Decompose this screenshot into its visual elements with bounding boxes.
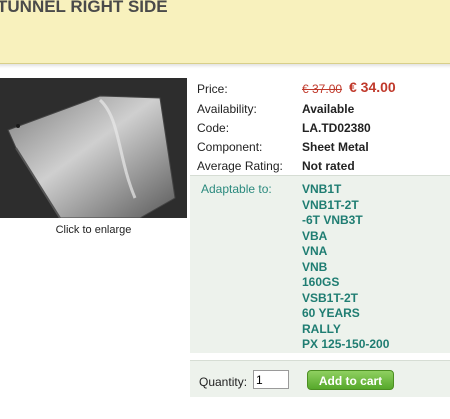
old-price: € 37.00 bbox=[302, 82, 343, 96]
adaptable-model: 160GS bbox=[302, 275, 340, 289]
adaptable-model: VNB1T bbox=[302, 182, 342, 196]
adaptable-model: VNB1T-2T bbox=[302, 197, 359, 212]
rating-row: Average Rating: Not rated bbox=[190, 157, 450, 176]
adaptable-label: Adaptable to: bbox=[201, 182, 272, 196]
product-image[interactable] bbox=[0, 78, 187, 218]
adaptable-model: PX 125-150-200 bbox=[302, 337, 390, 351]
availability-row: Availability: Available bbox=[190, 100, 450, 119]
adaptable-model: RALLY bbox=[302, 321, 341, 336]
adaptable-model: VBA bbox=[302, 228, 328, 243]
rating-value: Not rated bbox=[302, 159, 355, 173]
product-photo bbox=[0, 78, 187, 218]
enlarge-caption[interactable]: Click to enlarge bbox=[0, 224, 187, 236]
adaptable-model: 60 YEARS bbox=[302, 306, 360, 320]
adaptable-section: Adaptable to: VNB1T VNB1T-2T -6T VNB3T V… bbox=[190, 175, 450, 353]
availability-label: Availability: bbox=[197, 102, 257, 116]
code-row: Code: LA.TD02380 bbox=[190, 119, 450, 138]
add-to-cart-button[interactable]: Add to cart bbox=[307, 370, 394, 390]
price-label: Price: bbox=[197, 82, 228, 96]
new-price: € 34.00 bbox=[349, 79, 396, 95]
component-row: Component: Sheet Metal bbox=[190, 138, 450, 157]
code-value: LA.TD02380 bbox=[302, 121, 371, 135]
quantity-label: Quantity: bbox=[199, 375, 248, 389]
adaptable-model: VSB1T-2T bbox=[302, 290, 359, 305]
adaptable-model: VNB bbox=[302, 259, 328, 274]
adaptable-model: -6T VNB3T bbox=[302, 213, 363, 227]
rating-label: Average Rating: bbox=[197, 159, 283, 173]
page-header: TUNNEL RIGHT SIDE bbox=[0, 0, 450, 64]
component-value: Sheet Metal bbox=[302, 140, 369, 154]
adaptable-list: VNB1T VNB1T-2T -6T VNB3T VBA VNA VNB 160… bbox=[302, 182, 389, 353]
product-details: Price: € 37.00 € 34.00 Availability: Ava… bbox=[190, 78, 450, 176]
availability-value: Available bbox=[302, 102, 355, 116]
component-label: Component: bbox=[197, 140, 263, 154]
code-label: Code: bbox=[197, 121, 230, 135]
quantity-input[interactable] bbox=[253, 370, 289, 389]
cart-section: Quantity: Add to cart bbox=[190, 360, 450, 397]
price-row: Price: € 37.00 € 34.00 bbox=[190, 78, 450, 100]
page-title: TUNNEL RIGHT SIDE bbox=[0, 0, 168, 16]
adaptable-model: VNA bbox=[302, 244, 328, 258]
